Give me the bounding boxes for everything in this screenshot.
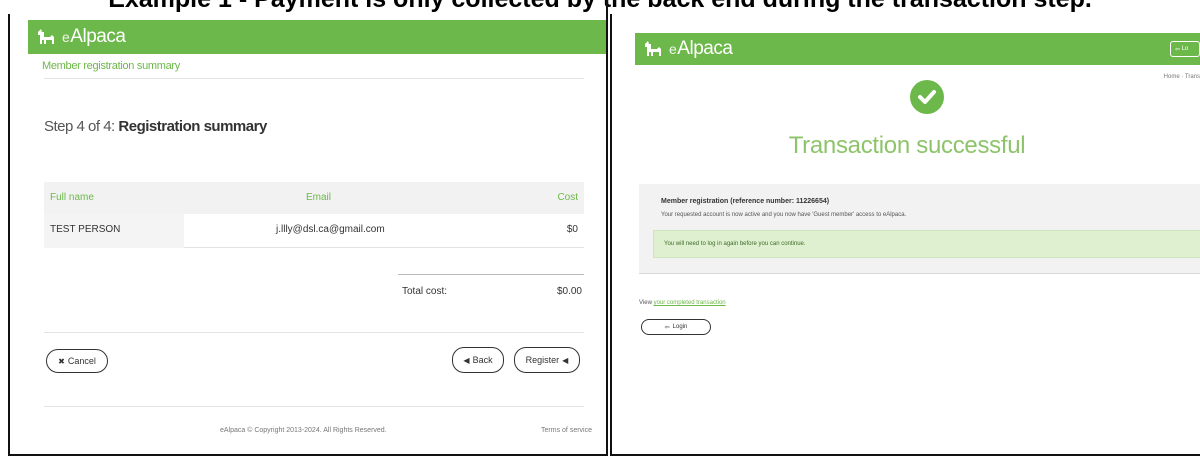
login-notice-text: You will need to log in again before you…: [664, 241, 806, 247]
registration-summary-screen: e Alpaca Member registration summary Ste…: [8, 14, 608, 456]
col-cost: Cost: [557, 192, 578, 203]
back-label: Back: [472, 355, 493, 365]
cancel-button[interactable]: ✖ Cancel: [46, 349, 108, 373]
cell-email: j.llly@dsl.ca@gmail.com: [276, 224, 385, 235]
cell-cost: $0: [566, 224, 578, 235]
logout-label: Lo: [1181, 46, 1189, 52]
brand-logo[interactable]: e Alpaca: [643, 38, 733, 60]
success-title: Transaction successful: [788, 132, 1026, 159]
register-label: Register: [525, 355, 560, 365]
cancel-label: Cancel: [67, 356, 96, 366]
total-value: $0.00: [556, 286, 582, 297]
back-button[interactable]: ◀ Back: [452, 347, 504, 373]
view-transaction-line: View your completed transaction: [639, 300, 726, 306]
alpaca-icon: [36, 28, 58, 46]
total-label: Total cost:: [402, 286, 448, 297]
login-button[interactable]: ⇦ Login: [641, 319, 711, 335]
panel-text: Your requested account is now active and…: [661, 212, 907, 218]
brand-name: Alpaca: [70, 26, 126, 47]
copyright-text: eAlpaca © Copyright 2013-2024. All Right…: [220, 427, 387, 434]
confirmation-panel: Member registration (reference number: 1…: [639, 184, 1200, 274]
terms-link[interactable]: Terms of service: [541, 427, 592, 434]
table-header: Full name Email Cost: [44, 182, 584, 214]
forward-arrow-icon: ◀: [562, 355, 569, 365]
login-icon: ⇦: [664, 324, 670, 331]
brand-prefix: e: [62, 29, 70, 45]
panel-heading: Member registration (reference number: 1…: [661, 198, 830, 205]
register-button[interactable]: Register ◀: [514, 347, 580, 373]
view-transaction-link[interactable]: your completed transaction: [654, 300, 726, 306]
figure-caption: Example 1 - Payment is only collected by…: [0, 0, 1200, 12]
col-email: Email: [306, 192, 332, 203]
step-title: Registration summary: [118, 118, 267, 135]
back-arrow-icon: ◀: [463, 355, 470, 365]
top-app-bar: e Alpaca: [28, 20, 606, 54]
table-row: TEST PERSON j.llly@dsl.ca@gmail.com $0: [44, 214, 584, 248]
actions-rule: [44, 332, 584, 333]
col-fullname: Full name: [50, 192, 94, 203]
page-subtitle: Member registration summary: [42, 60, 180, 72]
check-circle-icon: [910, 80, 944, 114]
footer-rule: [44, 406, 584, 407]
step-heading: Step 4 of 4: Registration summary: [44, 118, 267, 135]
close-icon: ✖: [58, 356, 65, 366]
total-rule: [398, 274, 584, 275]
view-prefix: View: [639, 300, 652, 306]
brand-name: Alpaca: [677, 38, 733, 59]
login-label: Login: [672, 324, 688, 330]
brand-logo[interactable]: e Alpaca: [36, 26, 126, 48]
login-notice: You will need to log in again before you…: [653, 230, 1200, 258]
logout-icon: ⇦: [1175, 46, 1181, 53]
step-prefix: Step 4 of 4:: [44, 118, 115, 135]
brand-prefix: e: [669, 41, 677, 57]
subtitle-rule: [44, 78, 584, 79]
transaction-success-screen: e Alpaca ⇦ Lo Home · Trans Transaction s…: [610, 14, 1200, 456]
cell-name: TEST PERSON: [50, 224, 121, 235]
breadcrumb[interactable]: Home · Trans: [1164, 74, 1200, 80]
alpaca-icon: [643, 40, 665, 58]
logout-button[interactable]: ⇦ Lo: [1170, 41, 1200, 57]
top-app-bar: e Alpaca: [635, 33, 1200, 65]
